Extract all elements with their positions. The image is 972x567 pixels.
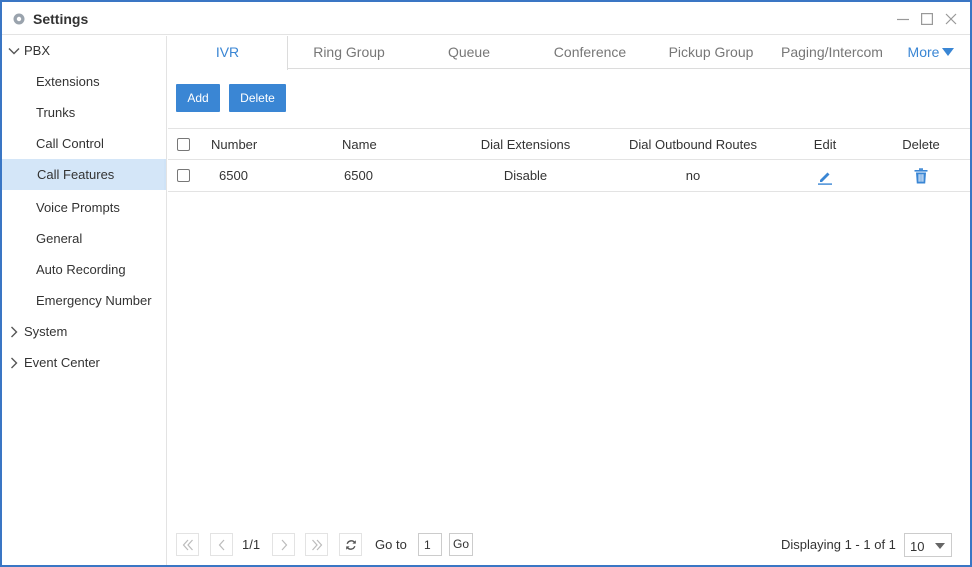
sidebar-item-auto-recording[interactable]: Auto Recording: [2, 254, 166, 285]
sidebar-item-label: Emergency Number: [36, 293, 152, 308]
goto-label: Go to: [375, 537, 407, 552]
gear-icon: [13, 13, 25, 25]
tab-queue[interactable]: Queue: [409, 36, 529, 69]
go-button[interactable]: Go: [449, 533, 473, 556]
refresh-icon: [346, 540, 356, 550]
cell-name: 6500: [344, 168, 373, 183]
trash-icon[interactable]: [914, 168, 928, 184]
prev-page-button[interactable]: [210, 533, 233, 556]
column-header-number: Number: [211, 137, 258, 152]
sidebar-item-emergency-number[interactable]: Emergency Number: [2, 285, 166, 316]
add-button[interactable]: Add: [176, 84, 220, 112]
tab-ring-group[interactable]: Ring Group: [289, 36, 409, 69]
sidebar-group-event-center[interactable]: Event Center: [2, 351, 167, 375]
minimize-icon: [897, 18, 909, 21]
sidebar-item-label: General: [36, 231, 83, 246]
sidebar-item-label: Trunks: [36, 105, 76, 120]
sidebar-group-label: Event Center: [24, 355, 100, 370]
pagination: 1/1 Go to Go Displaying 1 - 1 of 1 10: [168, 533, 970, 561]
last-page-button[interactable]: [305, 533, 328, 556]
tab-paging-intercom[interactable]: Paging/Intercom: [771, 36, 893, 69]
column-header-dial-outbound-routes: Dial Outbound Routes: [629, 137, 757, 152]
tab-label: More: [907, 44, 940, 60]
cell-dial-extensions: Disable: [503, 168, 548, 183]
sidebar-group-label: System: [24, 324, 68, 339]
tab-conference[interactable]: Conference: [529, 36, 651, 69]
title-bar: Settings: [2, 2, 970, 35]
sidebar-group-label: PBX: [24, 43, 51, 58]
double-chevron-left-icon: [182, 539, 193, 551]
select-all-checkbox[interactable]: [177, 138, 190, 151]
chevron-left-icon: [218, 539, 225, 551]
chevron-down-icon: [8, 48, 20, 55]
close-icon: [945, 13, 957, 25]
tab-bar: IVR Ring Group Queue Conference Pickup G…: [168, 36, 970, 70]
maximize-icon: [921, 13, 933, 25]
close-button[interactable]: [942, 10, 960, 28]
chevron-right-icon: [11, 326, 18, 338]
ivr-table: Number Name Dial Extensions Dial Outboun…: [168, 128, 970, 192]
chevron-right-icon: [11, 357, 18, 369]
window-title: Settings: [33, 11, 89, 27]
goto-page-input[interactable]: [418, 533, 442, 556]
sidebar-item-call-features[interactable]: Call Features: [2, 159, 166, 190]
row-checkbox[interactable]: [177, 169, 190, 182]
sidebar-item-call-control[interactable]: Call Control: [2, 128, 166, 159]
column-header-name: Name: [342, 137, 377, 152]
tab-ivr[interactable]: IVR: [168, 36, 288, 70]
double-chevron-right-icon: [312, 539, 323, 551]
caret-down-icon: [942, 48, 955, 56]
edit-icon[interactable]: [817, 169, 833, 185]
tab-label: Conference: [553, 44, 627, 60]
maximize-button[interactable]: [918, 10, 936, 28]
table-row[interactable]: 6500 6500 Disable no: [168, 160, 970, 192]
tab-label: Paging/Intercom: [781, 44, 883, 60]
sidebar-item-trunks[interactable]: Trunks: [2, 97, 166, 128]
tab-label: Queue: [447, 44, 491, 60]
refresh-button[interactable]: [339, 533, 362, 556]
displaying-info: Displaying 1 - 1 of 1: [781, 537, 896, 552]
cell-number: 6500: [219, 168, 248, 183]
first-page-button[interactable]: [176, 533, 199, 556]
sidebar-item-label: Call Control: [36, 136, 104, 151]
page-size-select[interactable]: 10: [904, 533, 952, 557]
table-header: Number Name Dial Extensions Dial Outboun…: [168, 128, 970, 160]
chevron-right-icon: [281, 539, 288, 551]
sidebar-item-label: Voice Prompts: [36, 200, 120, 215]
sidebar-item-label: Call Features: [37, 167, 115, 182]
next-page-button[interactable]: [272, 533, 295, 556]
column-header-delete: Delete: [902, 137, 940, 152]
tab-label: Ring Group: [313, 44, 385, 60]
sidebar-item-label: Auto Recording: [36, 262, 126, 277]
tab-label: IVR: [215, 44, 240, 60]
caret-down-icon: [935, 543, 945, 549]
settings-window: Settings PBX Extensions Trunks Call Cont…: [0, 0, 972, 567]
minimize-button[interactable]: [894, 10, 912, 28]
column-header-dial-extensions: Dial Extensions: [480, 137, 571, 152]
page-size-value: 10: [910, 539, 925, 554]
sidebar-item-voice-prompts[interactable]: Voice Prompts: [2, 192, 166, 223]
sidebar-item-extensions[interactable]: Extensions: [2, 66, 166, 97]
tab-more[interactable]: More: [901, 36, 961, 69]
page-info: 1/1: [242, 537, 261, 552]
sidebar-group-pbx[interactable]: PBX: [2, 39, 167, 63]
sidebar-item-label: Extensions: [36, 74, 100, 89]
sidebar: PBX Extensions Trunks Call Control Call …: [2, 36, 167, 565]
sidebar-group-system[interactable]: System: [2, 320, 167, 344]
tab-pickup-group[interactable]: Pickup Group: [651, 36, 771, 69]
cell-dial-outbound-routes: no: [685, 168, 701, 183]
main-panel: IVR Ring Group Queue Conference Pickup G…: [168, 36, 970, 565]
tab-label: Pickup Group: [668, 44, 754, 60]
sidebar-item-general[interactable]: General: [2, 223, 166, 254]
column-header-edit: Edit: [813, 137, 837, 152]
delete-button[interactable]: Delete: [229, 84, 286, 112]
